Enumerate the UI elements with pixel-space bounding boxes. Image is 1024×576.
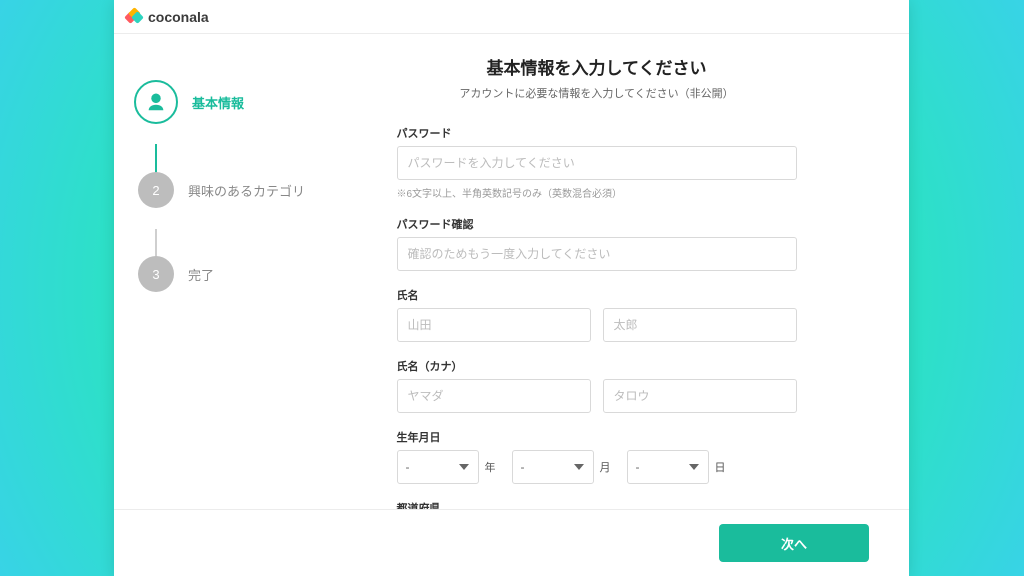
registration-card: coconala 基本情報 2 興味のあるカテゴリ 3 完了 基本情報を入力 bbox=[114, 0, 909, 576]
lastname-input[interactable] bbox=[397, 308, 591, 342]
birth-label: 生年月日 bbox=[397, 429, 797, 445]
year-select[interactable]: - bbox=[397, 450, 479, 484]
kana-label: 氏名（カナ） bbox=[397, 358, 797, 374]
firstname-input[interactable] bbox=[603, 308, 797, 342]
month-select[interactable]: - bbox=[512, 450, 594, 484]
day-unit: 日 bbox=[715, 459, 726, 475]
header: coconala bbox=[114, 0, 909, 34]
main-form-area: 基本情報を入力してください アカウントに必要な情報を入力してください（非公開） … bbox=[324, 34, 909, 576]
step-label: 基本情報 bbox=[192, 93, 244, 112]
firstname-kana-input[interactable] bbox=[603, 379, 797, 413]
brand-logo[interactable]: coconala bbox=[126, 9, 209, 25]
page-title: 基本情報を入力してください bbox=[324, 54, 869, 79]
password-confirm-label: パスワード確認 bbox=[397, 216, 797, 232]
password-input[interactable] bbox=[397, 146, 797, 180]
password-hint: ※6文字以上、半角英数記号のみ（英数混合必須） bbox=[397, 185, 797, 200]
step-number: 2 bbox=[138, 172, 174, 208]
month-unit: 月 bbox=[600, 459, 611, 475]
person-icon bbox=[134, 80, 178, 124]
password-label: パスワード bbox=[397, 125, 797, 141]
progress-sidebar: 基本情報 2 興味のあるカテゴリ 3 完了 bbox=[114, 34, 324, 576]
lastname-kana-input[interactable] bbox=[397, 379, 591, 413]
step-complete: 3 完了 bbox=[138, 256, 324, 292]
year-unit: 年 bbox=[485, 459, 496, 475]
next-button[interactable]: 次へ bbox=[719, 524, 869, 562]
logo-icon bbox=[126, 9, 142, 25]
step-label: 興味のあるカテゴリ bbox=[188, 181, 305, 200]
step-number: 3 bbox=[138, 256, 174, 292]
step-basic-info: 基本情報 bbox=[138, 80, 324, 124]
step-label: 完了 bbox=[188, 265, 214, 284]
name-label: 氏名 bbox=[397, 287, 797, 303]
page-subtitle: アカウントに必要な情報を入力してください（非公開） bbox=[324, 85, 869, 101]
footer-bar: 次へ bbox=[324, 509, 909, 576]
brand-name: coconala bbox=[148, 9, 209, 25]
password-confirm-input[interactable] bbox=[397, 237, 797, 271]
step-categories: 2 興味のあるカテゴリ bbox=[138, 172, 324, 208]
day-select[interactable]: - bbox=[627, 450, 709, 484]
